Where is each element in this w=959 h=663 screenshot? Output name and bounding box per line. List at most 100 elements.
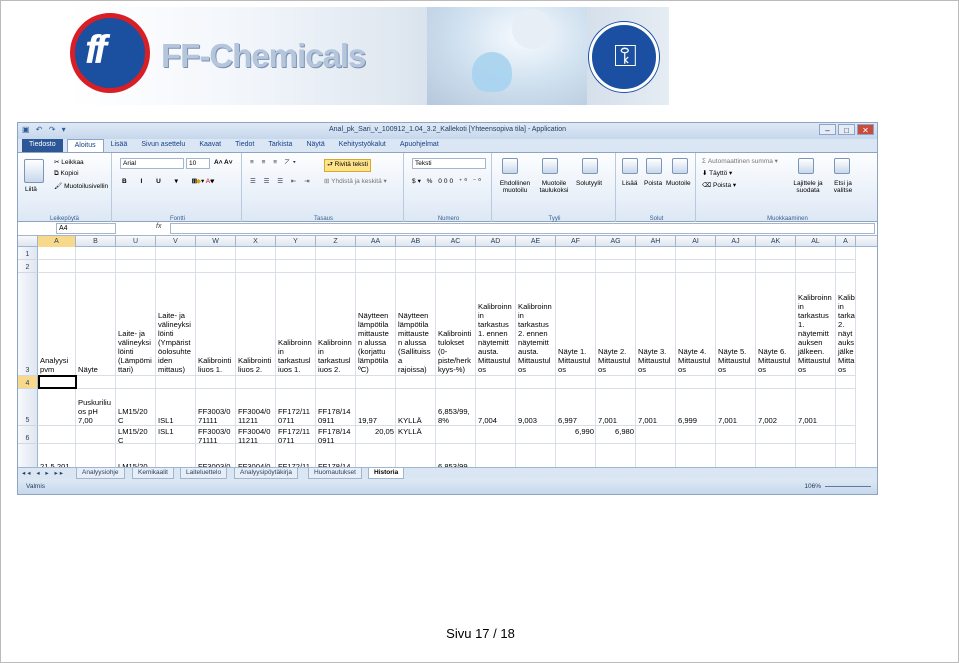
cell[interactable]: Näytteen lämpötila mittauste n alussa (S… xyxy=(396,273,436,376)
align-left-icons[interactable]: ☰ ☰ ☰ ⇤ ⇥ xyxy=(250,177,313,185)
cell[interactable]: 20,05 xyxy=(356,426,396,444)
cell[interactable]: FF3003/0 71111 xyxy=(196,444,236,467)
cell[interactable]: Laite- ja välineyksi löinti (Ympärist öo… xyxy=(156,273,196,376)
cell[interactable] xyxy=(636,426,676,444)
cell[interactable]: 6,853/99, 9% xyxy=(436,444,476,467)
cell[interactable]: FF3003/0 71111 xyxy=(196,389,236,426)
cell[interactable]: 7,001 xyxy=(636,389,676,426)
row-header[interactable]: 4 xyxy=(18,376,38,389)
cell[interactable]: ISL1 xyxy=(156,389,196,426)
number-format-icons[interactable]: $▾ % 000 ⁺⁰ ⁻⁰ xyxy=(412,177,483,185)
cell[interactable]: pH 7,000 xyxy=(76,444,116,467)
cell[interactable]: Kalibroinn in tarkastusl iuos 2. xyxy=(316,273,356,376)
column-header[interactable]: AB xyxy=(396,236,436,247)
column-header[interactable]: AC xyxy=(436,236,476,247)
cell[interactable]: 7,001 xyxy=(716,444,756,467)
cell[interactable]: FF3004/0 11211 xyxy=(236,426,276,444)
cell[interactable]: FF3004/0 11211 xyxy=(236,444,276,467)
grow-font-icon[interactable]: A˄ A˅ xyxy=(214,159,233,166)
column-header[interactable]: B xyxy=(76,236,116,247)
zoom-slider[interactable] xyxy=(825,486,871,487)
fx-icon[interactable]: fx xyxy=(156,223,161,230)
cell[interactable]: 7,001 xyxy=(636,444,676,467)
maximize-button[interactable]: □ xyxy=(838,124,855,135)
column-header[interactable]: AG xyxy=(596,236,636,247)
cell[interactable]: Kalibrointi liuos 1. xyxy=(196,273,236,376)
close-button[interactable]: ✕ xyxy=(857,124,874,135)
tab-apuohjelmat[interactable]: Apuohjelmat xyxy=(393,139,446,152)
insert-cells-button[interactable]: Lisää xyxy=(622,180,638,187)
sheet-tab-laiteluettelo[interactable]: Laiteluettelo xyxy=(180,468,228,479)
column-header[interactable]: AD xyxy=(476,236,516,247)
cell[interactable]: ISL1 xyxy=(156,426,196,444)
fill-font-color-icons[interactable]: ◆▾ A▾ xyxy=(196,177,213,185)
cell[interactable]: 7,001 xyxy=(596,389,636,426)
format-painter-button[interactable]: 🖌 Muotoilusivellin xyxy=(54,182,108,190)
cell[interactable] xyxy=(476,426,516,444)
column-header[interactable]: AL xyxy=(796,236,836,247)
insert-cells-icon[interactable] xyxy=(622,158,638,174)
cell[interactable] xyxy=(676,426,716,444)
column-header[interactable]: AE xyxy=(516,236,556,247)
tab-tiedot[interactable]: Tiedot xyxy=(228,139,261,152)
tab-tiedosto[interactable]: Tiedosto xyxy=(22,139,63,152)
cell[interactable]: Kalib in tarka 2. näyt auks jälke Mitta … xyxy=(836,273,856,376)
cell[interactable]: FF172/11 0711 xyxy=(276,444,316,467)
column-header[interactable]: U xyxy=(116,236,156,247)
cell-styles-button[interactable]: Solutyylit xyxy=(576,180,602,187)
column-header[interactable]: AH xyxy=(636,236,676,247)
formula-input[interactable] xyxy=(170,223,875,234)
column-header[interactable]: X xyxy=(236,236,276,247)
cell[interactable]: 21.5.201 2 xyxy=(38,444,76,467)
cell[interactable]: Puskuriliu os pH 7,00 xyxy=(76,389,116,426)
delete-cells-icon[interactable] xyxy=(646,158,662,174)
cell[interactable] xyxy=(756,426,796,444)
cell[interactable]: FF3003/0 71111 xyxy=(196,426,236,444)
cell-styles-icon[interactable] xyxy=(582,158,598,174)
tab-aloitus[interactable]: Aloitus xyxy=(66,139,104,152)
row-header[interactable]: 1 xyxy=(18,247,38,260)
minimize-button[interactable]: – xyxy=(819,124,836,135)
cell[interactable]: 7,002 xyxy=(756,444,796,467)
row-header[interactable]: 3 xyxy=(18,273,38,376)
paste-icon[interactable] xyxy=(24,159,44,183)
name-box[interactable]: A4 xyxy=(56,223,116,234)
column-header[interactable]: AA xyxy=(356,236,396,247)
cell[interactable]: FF178/14 0911 xyxy=(316,389,356,426)
font-size-select[interactable]: 10 xyxy=(186,158,210,169)
format-cells-button[interactable]: Muotoile xyxy=(666,180,691,187)
cell[interactable]: 7,002 xyxy=(756,389,796,426)
conditional-format-button[interactable]: Ehdollinen muotoilu xyxy=(496,180,534,194)
cell[interactable]: Näyte 2. Mittaustul os xyxy=(596,273,636,376)
tab-lisää[interactable]: Lisää xyxy=(104,139,135,152)
wrap-text-button[interactable]: ⮐ Rivitä teksti xyxy=(324,159,371,172)
row-header[interactable]: 2 xyxy=(18,260,38,273)
cell[interactable]: Näyte 6. Mittaustul os xyxy=(756,273,796,376)
column-header[interactable]: Y xyxy=(276,236,316,247)
zoom-level[interactable]: 106% xyxy=(804,483,821,490)
cell[interactable]: 6,999 xyxy=(676,444,716,467)
cell[interactable]: Kalibrointi liuos 2. xyxy=(236,273,276,376)
column-header[interactable]: A xyxy=(836,236,856,247)
cell[interactable]: 6,999 xyxy=(676,389,716,426)
cell[interactable]: LM15/20 C xyxy=(116,444,156,467)
row-header[interactable]: 5 xyxy=(18,389,38,426)
autosum-button[interactable]: Σ Automaattinen summa ▾ xyxy=(702,157,778,165)
cell[interactable]: 19,90 xyxy=(356,444,396,467)
cell[interactable]: Analyysi pvm xyxy=(38,273,76,376)
cell[interactable] xyxy=(436,426,476,444)
sheet-tab-kemikaalit[interactable]: Kemikaalit xyxy=(132,468,174,479)
cell[interactable]: Kalibroinn in tarkastus 2. ennen näytemi… xyxy=(516,273,556,376)
sheet-grid[interactable]: A B U V W X Y Z AA AB AC AD AE AF AG AH AI AJ AK AL A 1 2 3 Ana… xyxy=(18,236,877,467)
active-cell-a4[interactable] xyxy=(38,375,77,389)
cell[interactable]: Kalibroinn in tarkastus 1. ennen näytemi… xyxy=(476,273,516,376)
cell[interactable]: LM15/20 C xyxy=(116,426,156,444)
sheet-tab-analyysiohje[interactable]: Analyysiohje xyxy=(76,468,125,479)
cell[interactable]: Näyte 4. Mittaustul os xyxy=(676,273,716,376)
sort-filter-icon[interactable] xyxy=(798,158,814,174)
cell[interactable]: 6,980 xyxy=(596,426,636,444)
cell[interactable]: Kalibrointi tulokset (0- piste/herk kyys… xyxy=(436,273,476,376)
cut-button[interactable]: ✂ Leikkaa xyxy=(54,158,84,166)
cell[interactable]: Näyte 5. Mittaustul os xyxy=(716,273,756,376)
row-header[interactable]: 6 xyxy=(18,426,38,444)
